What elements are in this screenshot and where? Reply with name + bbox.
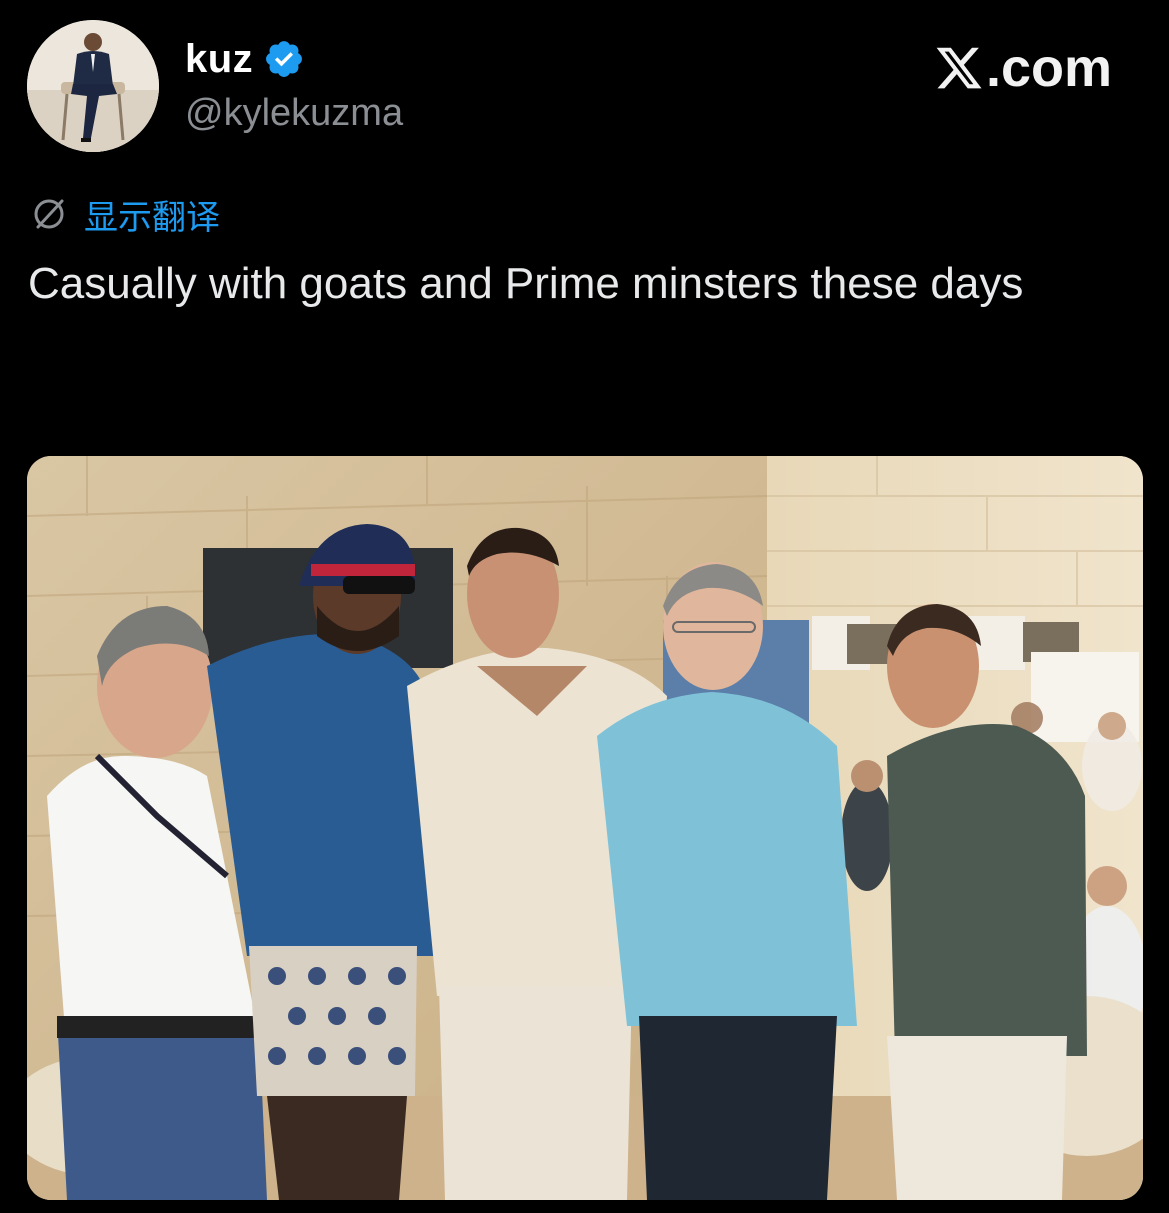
tweet-text: Casually with goats and Prime minsters t… xyxy=(28,259,1024,308)
author-avatar[interactable] xyxy=(27,20,159,152)
x-logo-icon xyxy=(936,47,982,89)
tweet-photo[interactable] xyxy=(27,456,1143,1200)
translate-row[interactable]: 显示翻译 xyxy=(30,190,220,239)
photo-image xyxy=(27,456,1143,1200)
author-handle[interactable]: @kylekuzma xyxy=(185,92,403,135)
globe-icon xyxy=(34,199,64,229)
verified-badge-icon xyxy=(266,41,303,77)
author-display-name[interactable]: kuz xyxy=(185,37,253,82)
brand-domain-text: .com xyxy=(986,38,1113,98)
x-brand-watermark: .com xyxy=(934,36,1112,100)
user-avatar-icon xyxy=(27,20,159,152)
show-translation-link[interactable]: 显示翻译 xyxy=(84,190,220,239)
author-name-row: kuz xyxy=(185,36,305,82)
